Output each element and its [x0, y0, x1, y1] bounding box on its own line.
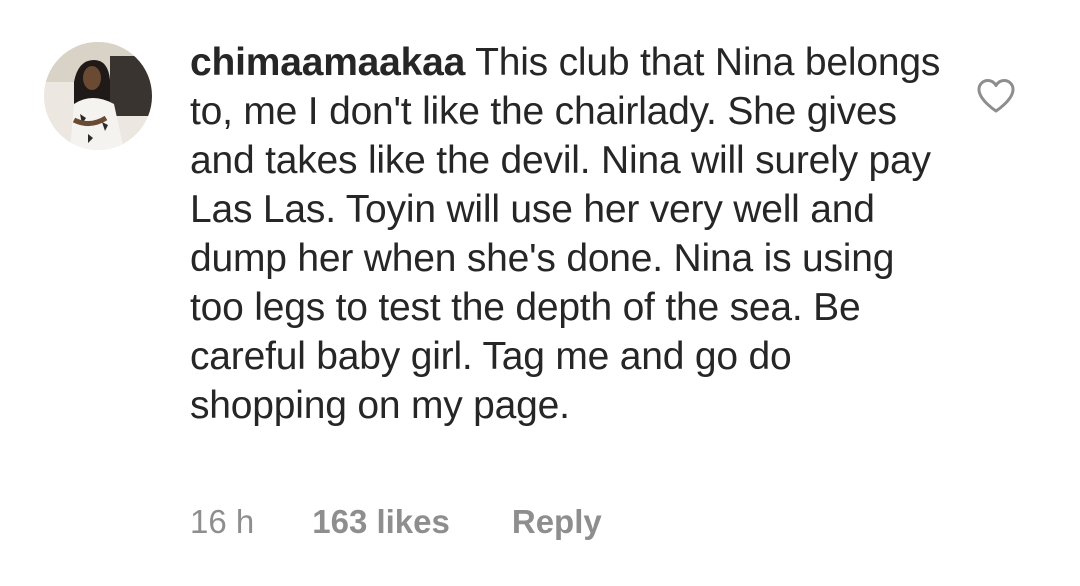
comment-timestamp: 16 h	[190, 503, 255, 540]
comment-item: chimaamaakaa This club that Nina belongs…	[0, 0, 1080, 586]
avatar[interactable]	[44, 42, 152, 150]
comment-body: chimaamaakaa This club that Nina belongs…	[190, 38, 950, 430]
comment-text: This club that Nina belongs to, me I don…	[190, 41, 941, 427]
user-avatar-photo	[44, 42, 152, 150]
comment-username[interactable]: chimaamaakaa	[190, 41, 465, 84]
reply-button[interactable]: Reply	[512, 500, 602, 544]
comment-likes-count[interactable]: 163 likes	[312, 500, 450, 544]
heart-outline-icon[interactable]	[976, 78, 1016, 114]
comment-meta: 16 h 163 likes Reply	[190, 500, 602, 544]
